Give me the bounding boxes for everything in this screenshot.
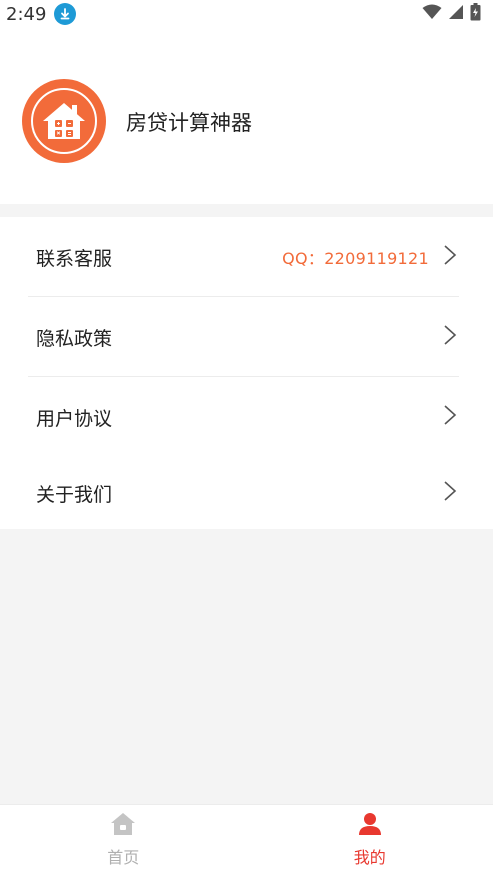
menu-item-label: 关于我们 (36, 483, 113, 506)
signal-icon (448, 4, 464, 24)
menu-item-label: 用户协议 (36, 407, 113, 430)
tab-label: 我的 (353, 848, 386, 867)
tab-mine[interactable]: 我的 (247, 805, 493, 875)
battery-charging-icon (470, 3, 481, 25)
menu-item-label: 联系客服 (36, 247, 113, 270)
chevron-right-icon (443, 404, 457, 430)
tab-home[interactable]: 首页 (0, 805, 247, 875)
app-logo (22, 79, 106, 163)
menu-item-customer-service[interactable]: 联系客服 QQ：2209119121 (0, 217, 493, 297)
chevron-right-icon (443, 244, 457, 270)
wifi-icon (422, 4, 442, 24)
status-time: 2:49 (6, 3, 47, 25)
user-icon (358, 812, 382, 840)
settings-menu: 联系客服 QQ：2209119121 隐私政策 用户协议 关于我们 (0, 217, 493, 529)
menu-item-user-agreement[interactable]: 用户协议 (0, 377, 493, 457)
bottom-tab-bar: 首页 我的 (0, 804, 493, 875)
tab-label: 首页 (107, 848, 140, 867)
status-bar: 2:49 (0, 0, 493, 28)
app-name: 房贷计算神器 (126, 111, 252, 135)
menu-item-label: 隐私政策 (36, 327, 113, 350)
home-icon (110, 812, 136, 840)
profile-header: 房贷计算神器 (0, 28, 493, 204)
menu-item-privacy-policy[interactable]: 隐私政策 (0, 297, 493, 377)
chevron-right-icon (443, 324, 457, 350)
status-left: 2:49 (6, 3, 77, 25)
house-calculator-icon (31, 88, 97, 154)
menu-item-about-us[interactable]: 关于我们 (0, 457, 493, 529)
chevron-right-icon (443, 480, 457, 506)
qq-contact-value: QQ：2209119121 (282, 249, 429, 268)
download-icon (54, 3, 77, 25)
status-right (422, 3, 481, 25)
